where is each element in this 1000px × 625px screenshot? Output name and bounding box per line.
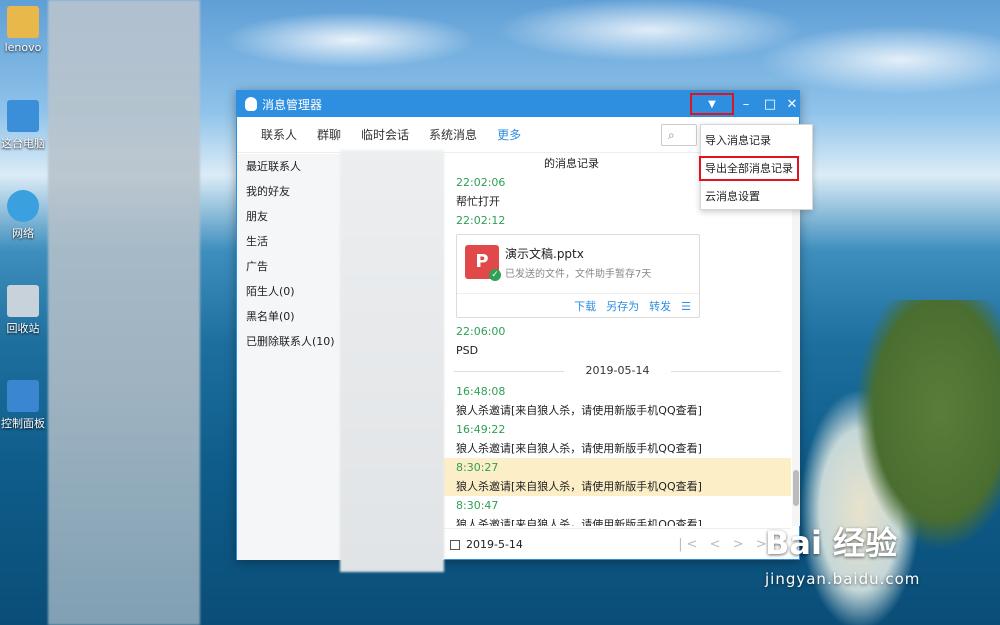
window-title: 消息管理器 — [262, 97, 323, 112]
menu-item-import-history[interactable]: 导入消息记录 — [701, 128, 812, 153]
message-timestamp: 8:30:47 — [456, 499, 499, 512]
tab-system-messages[interactable]: 系统消息 — [429, 126, 477, 143]
file-status: 已发送的文件，文件助手暂存7天 — [505, 269, 652, 280]
page-navigation[interactable]: |< < > >| — [678, 537, 779, 552]
more-dropdown-button[interactable]: ▼ — [690, 93, 734, 115]
date-separator: 2019-05-14 — [444, 360, 791, 382]
close-button[interactable]: ✕ — [780, 91, 804, 117]
message-text: 狼人杀邀请[来自狼人杀，请使用新版手机QQ查看] — [456, 442, 702, 455]
desktop-icon-label: 网络 — [12, 227, 34, 240]
sidebar-item-life[interactable]: 生活 — [237, 229, 340, 254]
message-text: 狼人杀邀请[来自狼人杀，请使用新版手机QQ查看] — [456, 480, 702, 493]
menu-item-cloud-message-settings[interactable]: 云消息设置 — [701, 184, 812, 209]
file-menu-icon[interactable]: ☰ — [681, 300, 691, 313]
file-name: 演示文稿.pptx — [505, 247, 584, 261]
menu-item-export-all-history[interactable]: 导出全部消息记录 — [699, 156, 799, 181]
watermark-logo: Bai 经验 — [765, 524, 898, 562]
desktop-icon-this-pc[interactable]: 这台电脑 — [0, 100, 46, 151]
sidebar-item-ads[interactable]: 广告 — [237, 254, 340, 279]
save-as-link[interactable]: 另存为 — [606, 298, 639, 314]
tab-temp-sessions[interactable]: 临时会话 — [361, 126, 409, 143]
tab-more[interactable]: 更多 — [497, 126, 521, 143]
date-picker-bar: 2019-5-14 |< < > >| — [444, 528, 791, 560]
download-link[interactable]: 下载 — [574, 298, 596, 314]
desktop-icon-recycle-bin[interactable]: 回收站 — [0, 285, 46, 336]
desktop-icon-label: lenovo — [4, 41, 42, 54]
sidebar-item-blacklist[interactable]: 黑名单(0) — [237, 304, 340, 329]
title-bar[interactable]: 消息管理器 ▼ – □ ✕ — [237, 91, 799, 117]
desktop-icon-network[interactable]: 网络 — [0, 190, 46, 241]
highlighted-message: 8:30:27 狼人杀邀请[来自狼人杀，请使用新版手机QQ查看] — [444, 458, 791, 496]
file-card: P ✓ 演示文稿.pptx 已发送的文件，文件助手暂存7天 下载 另存为 转发 … — [456, 234, 700, 318]
message-text: PSD — [456, 344, 479, 357]
desktop-icon-control-panel[interactable]: 控制面板 — [0, 380, 46, 431]
desktop-icon-label: 这台电脑 — [1, 137, 45, 150]
maximize-button[interactable]: □ — [758, 91, 782, 117]
check-icon: ✓ — [489, 269, 501, 281]
message-timestamp: 16:49:22 — [456, 423, 506, 436]
recycle-bin-icon — [7, 285, 39, 317]
contact-category-sidebar: 最近联系人 我的好友 朋友 生活 广告 陌生人(0) 黑名单(0) 已删除联系人… — [237, 154, 340, 560]
desktop-icon-label: 控制面板 — [1, 417, 45, 430]
tab-contacts[interactable]: 联系人 — [261, 126, 297, 143]
selected-date[interactable]: 2019-5-14 — [466, 538, 523, 551]
search-icon: ⌕ — [668, 127, 675, 142]
tab-groups[interactable]: 群聊 — [317, 126, 341, 143]
sidebar-item-friends[interactable]: 我的好友 — [237, 179, 340, 204]
message-text: 狼人杀邀请[来自狼人杀，请使用新版手机QQ查看] — [456, 518, 702, 526]
blurred-contact-column — [340, 150, 444, 572]
network-globe-icon — [7, 190, 39, 222]
desktop-icon-label: 回收站 — [6, 322, 40, 335]
calendar-icon[interactable] — [450, 539, 460, 550]
folder-icon — [7, 6, 39, 38]
sidebar-item-deleted[interactable]: 已删除联系人(10) — [237, 329, 340, 354]
more-options-menu: 导入消息记录 导出全部消息记录 云消息设置 — [699, 124, 813, 210]
minimize-button[interactable]: – — [734, 91, 758, 117]
message-timestamp: 22:06:00 — [456, 325, 506, 338]
forward-link[interactable]: 转发 — [649, 298, 671, 314]
message-timestamp: 8:30:27 — [456, 461, 499, 474]
search-box[interactable]: ⌕ — [661, 124, 697, 146]
scrollbar-thumb[interactable] — [793, 470, 799, 506]
control-panel-icon — [7, 380, 39, 412]
blurred-region — [48, 0, 200, 625]
qq-penguin-icon — [245, 97, 257, 111]
message-timestamp: 16:48:08 — [456, 385, 506, 398]
sidebar-item-pengyou[interactable]: 朋友 — [237, 204, 340, 229]
sidebar-item-recent[interactable]: 最近联系人 — [237, 154, 340, 179]
baidu-jingyan-watermark: Bai 经验 jingyan.baidu.com — [765, 518, 920, 588]
watermark-url: jingyan.baidu.com — [765, 570, 921, 588]
sidebar-item-strangers[interactable]: 陌生人(0) — [237, 279, 340, 304]
message-text: 狼人杀邀请[来自狼人杀，请使用新版手机QQ查看] — [456, 404, 702, 417]
file-actions: 下载 另存为 转发 ☰ — [457, 293, 699, 318]
desktop-icon-lenovo[interactable]: lenovo — [0, 6, 46, 54]
computer-icon — [7, 100, 39, 132]
message-timestamp: 22:02:12 — [456, 214, 506, 227]
